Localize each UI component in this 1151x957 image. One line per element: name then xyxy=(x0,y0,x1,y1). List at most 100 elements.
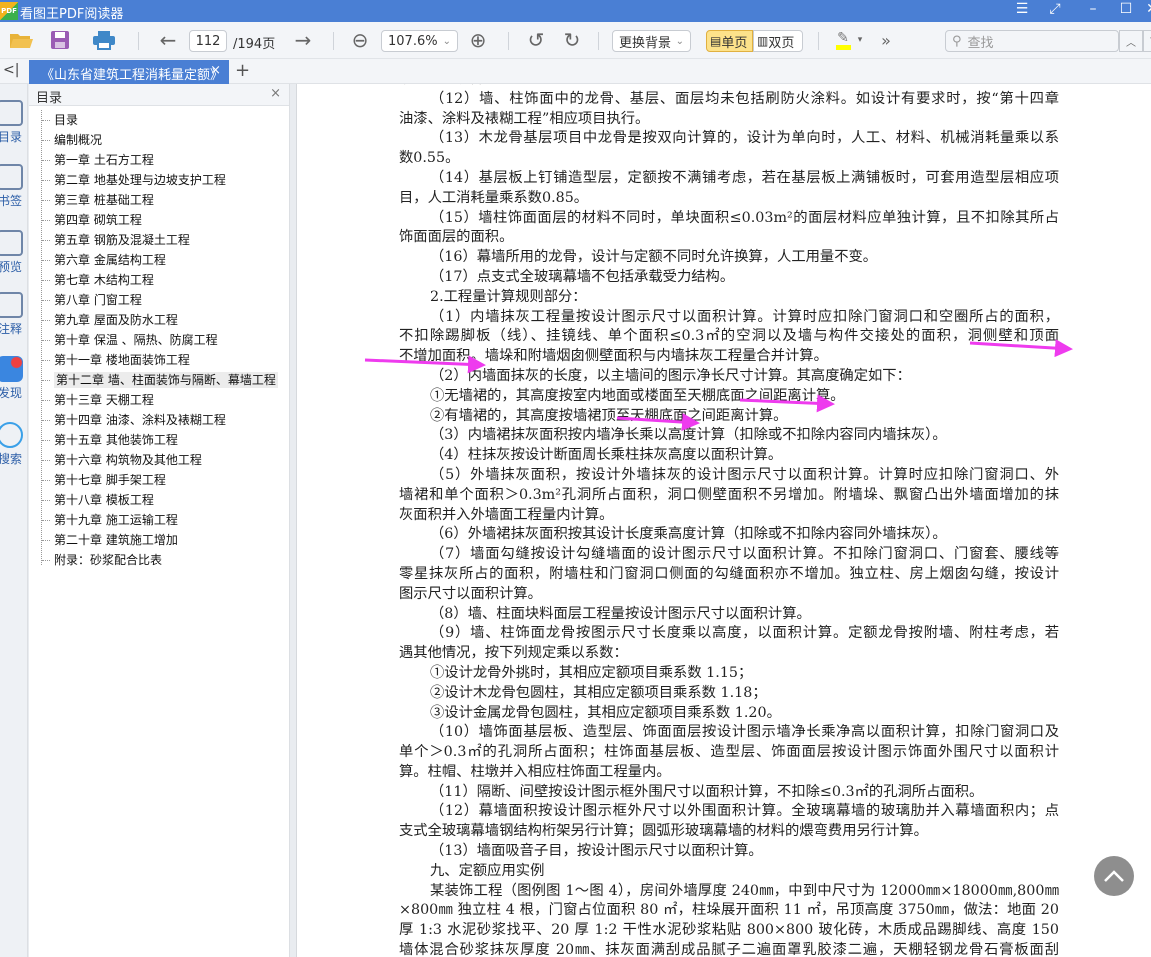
discover-icon xyxy=(0,356,23,382)
rail-item-annotation[interactable]: 注释 xyxy=(0,292,27,337)
close-tab-icon[interactable]: × xyxy=(210,63,221,78)
more-tools-icon[interactable]: » xyxy=(876,28,896,52)
rail-item-label: 注释 xyxy=(0,322,22,336)
search-prev-button[interactable]: ︿ xyxy=(1119,30,1143,52)
double-page-icon: ▥ xyxy=(757,34,769,48)
outline-item-label: 目录 xyxy=(54,113,79,127)
zoom-out-icon[interactable]: ⊖ xyxy=(348,28,372,52)
text-line: （13）木龙骨基层项目中龙骨是按双向计算的，设计为单向时，人工、材料、机械消耗量… xyxy=(430,130,1059,147)
menu-icon[interactable]: ☰ xyxy=(1011,1,1033,17)
text-line: 九、定额应用实例 xyxy=(430,862,545,879)
outline-item[interactable]: 第九章 屋面及防水工程 xyxy=(42,310,278,330)
outline-item[interactable]: 目录 xyxy=(42,110,278,130)
single-page-button[interactable]: ▤ 单页 xyxy=(706,30,753,52)
rail-item-label: 预览 xyxy=(0,260,22,274)
outline-item[interactable]: 附录：砂浆配合比表 xyxy=(42,550,278,570)
bookmark-icon xyxy=(0,164,23,190)
double-page-button[interactable]: ▥ 双页 xyxy=(753,30,803,52)
outline-item[interactable]: 第四章 砌筑工程 xyxy=(42,210,278,230)
text-line: （3）内墙裙抹灰面积按内墙净长乘以高度计算（扣除或不扣除内容同内墙抹灰）。 xyxy=(430,427,947,444)
previous-page-icon[interactable]: ← xyxy=(155,28,181,52)
text-line: （12）幕墙面积按设计图示框外尺寸以外围面积计算。全玻璃幕墙的玻璃肋并入幕墙面积… xyxy=(430,803,1059,820)
outline-item[interactable]: 编制概况 xyxy=(42,130,278,150)
rail-item-search[interactable]: 搜索 xyxy=(0,422,27,467)
fullscreen-icon[interactable]: ⤢ xyxy=(1044,1,1066,17)
outline-item[interactable]: 第一章 土石方工程 xyxy=(42,150,278,170)
zoom-select[interactable]: 107.6% ⌄ xyxy=(381,30,458,52)
close-panel-icon[interactable]: × xyxy=(270,86,281,101)
text-line: 数0.55。 xyxy=(399,150,460,167)
outline-item[interactable]: 第十三章 天棚工程 xyxy=(42,390,278,410)
rail-item-discover[interactable]: 发现 xyxy=(0,356,27,401)
text-line: 某装饰工程（图例图 1～图 4），房间外墙厚度 240㎜，中到中尺寸为 1200… xyxy=(430,882,1059,899)
search-next-button[interactable]: ﹀ xyxy=(1143,30,1151,52)
outline-item-label: 第十六章 构筑物及其他工程 xyxy=(54,453,202,467)
zoom-in-icon[interactable]: ⊕ xyxy=(466,28,490,52)
rotate-right-icon[interactable]: ↻ xyxy=(560,28,584,52)
text-line: （8）墙、柱面块料面层工程量按设计图示尺寸以面积计算。 xyxy=(430,605,811,622)
outline-item[interactable]: 第三章 桩基础工程 xyxy=(42,190,278,210)
text-line: 单个＞0.3㎡的孔洞所占面积；柱饰面基层板、造型层、饰面面层按设计图示饰面外围尺… xyxy=(399,744,1059,761)
outline-item[interactable]: 第八章 门窗工程 xyxy=(42,290,278,310)
rail-item-bookmark[interactable]: 书签 xyxy=(0,164,27,209)
open-folder-icon[interactable] xyxy=(8,28,34,52)
app-logo-icon: PDF xyxy=(0,2,18,20)
outline-item[interactable]: 第十五章 其他装饰工程 xyxy=(42,430,278,450)
next-page-icon[interactable]: → xyxy=(290,28,316,52)
outline-item[interactable]: 第六章 金属结构工程 xyxy=(42,250,278,270)
outline-panel: 目录 × 目录 编制概况 第一章 土石方工程 第二章 地基处理与边坡支护工程 第三章 桩基… xyxy=(29,84,290,957)
outline-item[interactable]: 第十一章 楼地面装饰工程 xyxy=(42,350,278,370)
rail-item-label: 书签 xyxy=(0,194,22,208)
outline-item[interactable]: 第五章 钢筋及混凝土工程 xyxy=(42,230,278,250)
text-line: ②有墙裙的，其高度按墙裙顶至天棚底面之间距离计算。 xyxy=(430,407,788,424)
chevron-up-icon xyxy=(1104,870,1124,882)
search-placeholder: 查找 xyxy=(967,35,994,51)
rail-item-list[interactable]: 目录 xyxy=(0,100,27,145)
close-button[interactable]: ✕ xyxy=(1141,1,1151,17)
maximize-button[interactable]: ☐ xyxy=(1115,1,1137,17)
outline-item[interactable]: 第十二章 墙、柱面装饰与隔断、幕墙工程 xyxy=(42,370,278,390)
print-icon[interactable] xyxy=(90,28,118,52)
outline-item-label: 第十二章 墙、柱面装饰与隔断、幕墙工程 xyxy=(54,372,278,388)
text-line: 饰面面层的面积。 xyxy=(399,229,514,246)
text-line: 灰面积并入外墙面工程量内计算。 xyxy=(399,506,614,523)
document-tab[interactable]: 《山东省建筑工程消耗量定额》 × xyxy=(29,60,229,84)
search-icon xyxy=(0,422,23,448)
highlight-dropdown-icon[interactable]: ▾ xyxy=(855,28,865,52)
tab-bar: <| 《山东省建筑工程消耗量定额》 × + xyxy=(0,59,1151,84)
outline-item-label: 第二章 地基处理与边坡支护工程 xyxy=(54,173,226,187)
document-viewer: 以调整、换算。（12）墙、柱饰面中的龙骨、基层、面层均未包括刷防火涂料。如设计有… xyxy=(291,84,1151,957)
outline-item[interactable]: 第十九章 施工运输工程 xyxy=(42,510,278,530)
outline-item-label: 第六章 金属结构工程 xyxy=(54,253,166,267)
change-background-label: 更换背景 xyxy=(619,35,672,51)
back-to-top-button[interactable] xyxy=(1094,856,1134,896)
outline-item[interactable]: 第十章 保温 、隔热、防腐工程 xyxy=(42,330,278,350)
rotate-left-icon[interactable]: ↺ xyxy=(524,28,548,52)
outline-item[interactable]: 第十六章 构筑物及其他工程 xyxy=(42,450,278,470)
collapse-panel-icon[interactable]: <| xyxy=(3,62,19,78)
outline-item[interactable]: 第十七章 脚手架工程 xyxy=(42,470,278,490)
text-line: （5）外墙抹灰面积，按设计外墙抹灰的设计图示尺寸以面积计算。计算时应扣除门窗洞口… xyxy=(430,466,1059,483)
search-input[interactable]: ⚲ 查找 xyxy=(945,30,1119,52)
highlight-pen-icon[interactable]: ✎ xyxy=(832,28,854,52)
minimize-button[interactable]: – xyxy=(1082,1,1104,17)
outline-item[interactable]: 第七章 木结构工程 xyxy=(42,270,278,290)
outline-item-label: 第十七章 脚手架工程 xyxy=(54,473,166,487)
rail-item-preview[interactable]: 预览 xyxy=(0,230,27,275)
save-icon[interactable] xyxy=(48,28,72,52)
outline-item[interactable]: 第十四章 油漆、涂料及裱糊工程 xyxy=(42,410,278,430)
page-number-input[interactable]: 112 xyxy=(189,30,227,52)
text-line: （4）柱抹灰按设计断面周长乘柱抹灰高度以面积计算。 xyxy=(430,447,783,464)
outline-item[interactable]: 第十八章 模板工程 xyxy=(42,490,278,510)
outline-item[interactable]: 第二十章 建筑施工增加 xyxy=(42,530,278,550)
outline-tree: 目录 编制概况 第一章 土石方工程 第二章 地基处理与边坡支护工程 第三章 桩基础工程第… xyxy=(41,110,278,567)
outline-item[interactable]: 第二章 地基处理与边坡支护工程 xyxy=(42,170,278,190)
outline-item-label: 第十章 保温 、隔热、防腐工程 xyxy=(54,333,218,347)
new-tab-icon[interactable]: + xyxy=(235,60,250,81)
list-icon xyxy=(0,100,23,126)
text-line: 算。柱帽、柱墩并入相应柱饰面工程量内。 xyxy=(399,763,671,780)
text-line: 2.工程量计算规则部分： xyxy=(430,288,587,305)
text-line: 墙裙和单个面积＞0.3m²孔洞所占面积，洞口侧壁面积不另增加。附墙垛、飘窗凸出外… xyxy=(399,486,1059,503)
text-line: （17）点支式全玻璃幕墙不包括承载受力结构。 xyxy=(430,268,735,285)
change-background-select[interactable]: 更换背景 ⌄ xyxy=(612,30,691,52)
